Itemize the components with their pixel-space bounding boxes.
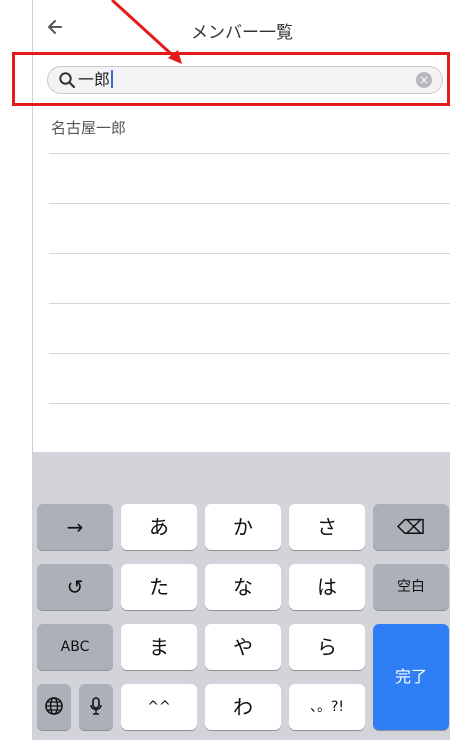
list-item[interactable] <box>49 304 450 354</box>
list-item[interactable] <box>49 154 450 204</box>
space-key[interactable]: 空白 <box>373 564 449 610</box>
list-item[interactable] <box>49 204 450 254</box>
list-item[interactable] <box>49 254 450 304</box>
punctuation-key[interactable]: 、。?! <box>289 684 365 730</box>
key-sa[interactable]: さ <box>289 504 365 550</box>
key-next[interactable]: → <box>37 504 113 550</box>
key-ta[interactable]: た <box>121 564 197 610</box>
backspace-key[interactable]: ⌫ <box>373 504 449 550</box>
member-list: 名古屋一郎 <box>33 104 450 404</box>
list-item-label <box>49 369 51 387</box>
list-item-label <box>49 269 51 287</box>
key-ma[interactable]: ま <box>121 624 197 670</box>
abc-key[interactable]: ABC <box>37 624 113 670</box>
annotation-arrow <box>110 0 182 64</box>
left-edge <box>0 0 32 740</box>
list-item-label <box>49 219 51 237</box>
list-item-label <box>49 319 51 337</box>
key-a[interactable]: あ <box>121 504 197 550</box>
key-ya[interactable]: や <box>205 624 281 670</box>
key-ra[interactable]: ら <box>289 624 365 670</box>
key-na[interactable]: な <box>205 564 281 610</box>
microphone-icon <box>88 697 104 716</box>
list-item[interactable]: 名古屋一郎 <box>49 104 450 154</box>
globe-key[interactable] <box>37 684 71 730</box>
done-key[interactable]: 完了 <box>373 624 449 730</box>
page-title: メンバー一覧 <box>191 23 293 43</box>
list-item[interactable] <box>49 354 450 404</box>
mic-key[interactable] <box>79 684 113 730</box>
nav-bar: メンバー一覧 <box>33 0 450 54</box>
globe-icon <box>44 697 64 716</box>
list-item-label <box>49 169 51 187</box>
key-undo[interactable]: ↺ <box>37 564 113 610</box>
list-item-label: 名古屋一郎 <box>51 119 127 137</box>
key-wa[interactable]: わ <box>205 684 281 730</box>
key-ka[interactable]: か <box>205 504 281 550</box>
app-screen: メンバー一覧 一郎 × 名古屋一郎 → あ か さ ⌫ ↺ た な は 空白 A… <box>32 0 450 740</box>
dakuten-key[interactable]: ^^ <box>121 684 197 730</box>
keyboard: → あ か さ ⌫ ↺ た な は 空白 ABC ま や ら 完了 ^^ わ 、… <box>33 452 450 740</box>
key-ha[interactable]: は <box>289 564 365 610</box>
highlight-frame <box>12 52 450 106</box>
